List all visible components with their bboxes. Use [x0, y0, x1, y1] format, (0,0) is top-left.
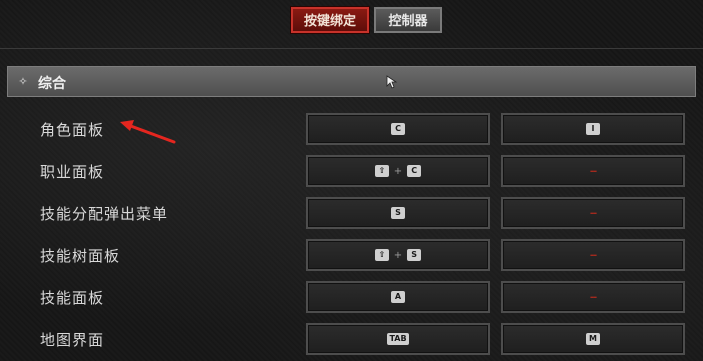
keybind-row-skill-panel: 技能面板 A -- — [0, 280, 703, 314]
action-label: 技能面板 — [40, 289, 105, 307]
key-cap: S — [407, 249, 422, 261]
action-label: 技能分配弹出菜单 — [40, 205, 169, 223]
top-tab-strip: 按键绑定 控制器 — [0, 0, 703, 49]
key-cap: C — [407, 165, 422, 177]
keybind-row-skill-tree-panel: 技能树面板 ⇧ + S -- — [0, 238, 703, 272]
section-header-general[interactable]: ✧ 综合 — [7, 66, 696, 97]
primary-binding-button[interactable]: ⇧ + S — [306, 239, 490, 271]
secondary-binding-button[interactable]: M — [501, 323, 685, 355]
collapse-icon[interactable]: ✧ — [17, 76, 29, 88]
keybind-row-skill-assign-popup: 技能分配弹出菜单 S -- — [0, 196, 703, 230]
primary-binding-button[interactable]: A — [306, 281, 490, 313]
tab-keybindings[interactable]: 按键绑定 — [291, 7, 369, 33]
mouse-cursor-icon — [386, 75, 398, 89]
secondary-binding-button[interactable]: -- — [501, 239, 685, 271]
secondary-binding-button[interactable]: -- — [501, 155, 685, 187]
secondary-binding-button[interactable]: I — [501, 113, 685, 145]
keybind-row-character-panel: 角色面板 C I — [0, 112, 703, 146]
primary-binding-button[interactable]: S — [306, 197, 490, 229]
unbound-marker: -- — [589, 249, 597, 261]
section-title: 综合 — [38, 76, 66, 92]
primary-binding-button[interactable]: ⇧ + C — [306, 155, 490, 187]
action-label: 角色面板 — [40, 121, 105, 139]
shift-key-icon: ⇧ — [374, 249, 389, 261]
plus-sign: + — [393, 165, 403, 177]
plus-sign: + — [393, 249, 403, 261]
unbound-marker: -- — [589, 165, 597, 177]
key-cap: A — [391, 291, 405, 303]
key-cap: I — [586, 123, 600, 135]
key-cap: C — [391, 123, 405, 135]
action-label: 地图界面 — [40, 331, 105, 349]
unbound-marker: -- — [589, 291, 597, 303]
primary-binding-button[interactable]: TAB — [306, 323, 490, 355]
action-label: 职业面板 — [40, 163, 105, 181]
keybind-row-class-panel: 职业面板 ⇧ + C -- — [0, 154, 703, 188]
secondary-binding-button[interactable]: -- — [501, 281, 685, 313]
keybind-row-map: 地图界面 TAB M — [0, 322, 703, 356]
shift-key-icon: ⇧ — [374, 165, 389, 177]
tab-controller[interactable]: 控制器 — [374, 7, 442, 33]
unbound-marker: -- — [589, 207, 597, 219]
key-cap: S — [391, 207, 405, 219]
secondary-binding-button[interactable]: -- — [501, 197, 685, 229]
action-label: 技能树面板 — [40, 247, 121, 265]
primary-binding-button[interactable]: C — [306, 113, 490, 145]
key-cap: TAB — [387, 333, 409, 345]
red-annotation-arrow-icon — [120, 120, 176, 144]
key-cap: M — [586, 333, 600, 345]
